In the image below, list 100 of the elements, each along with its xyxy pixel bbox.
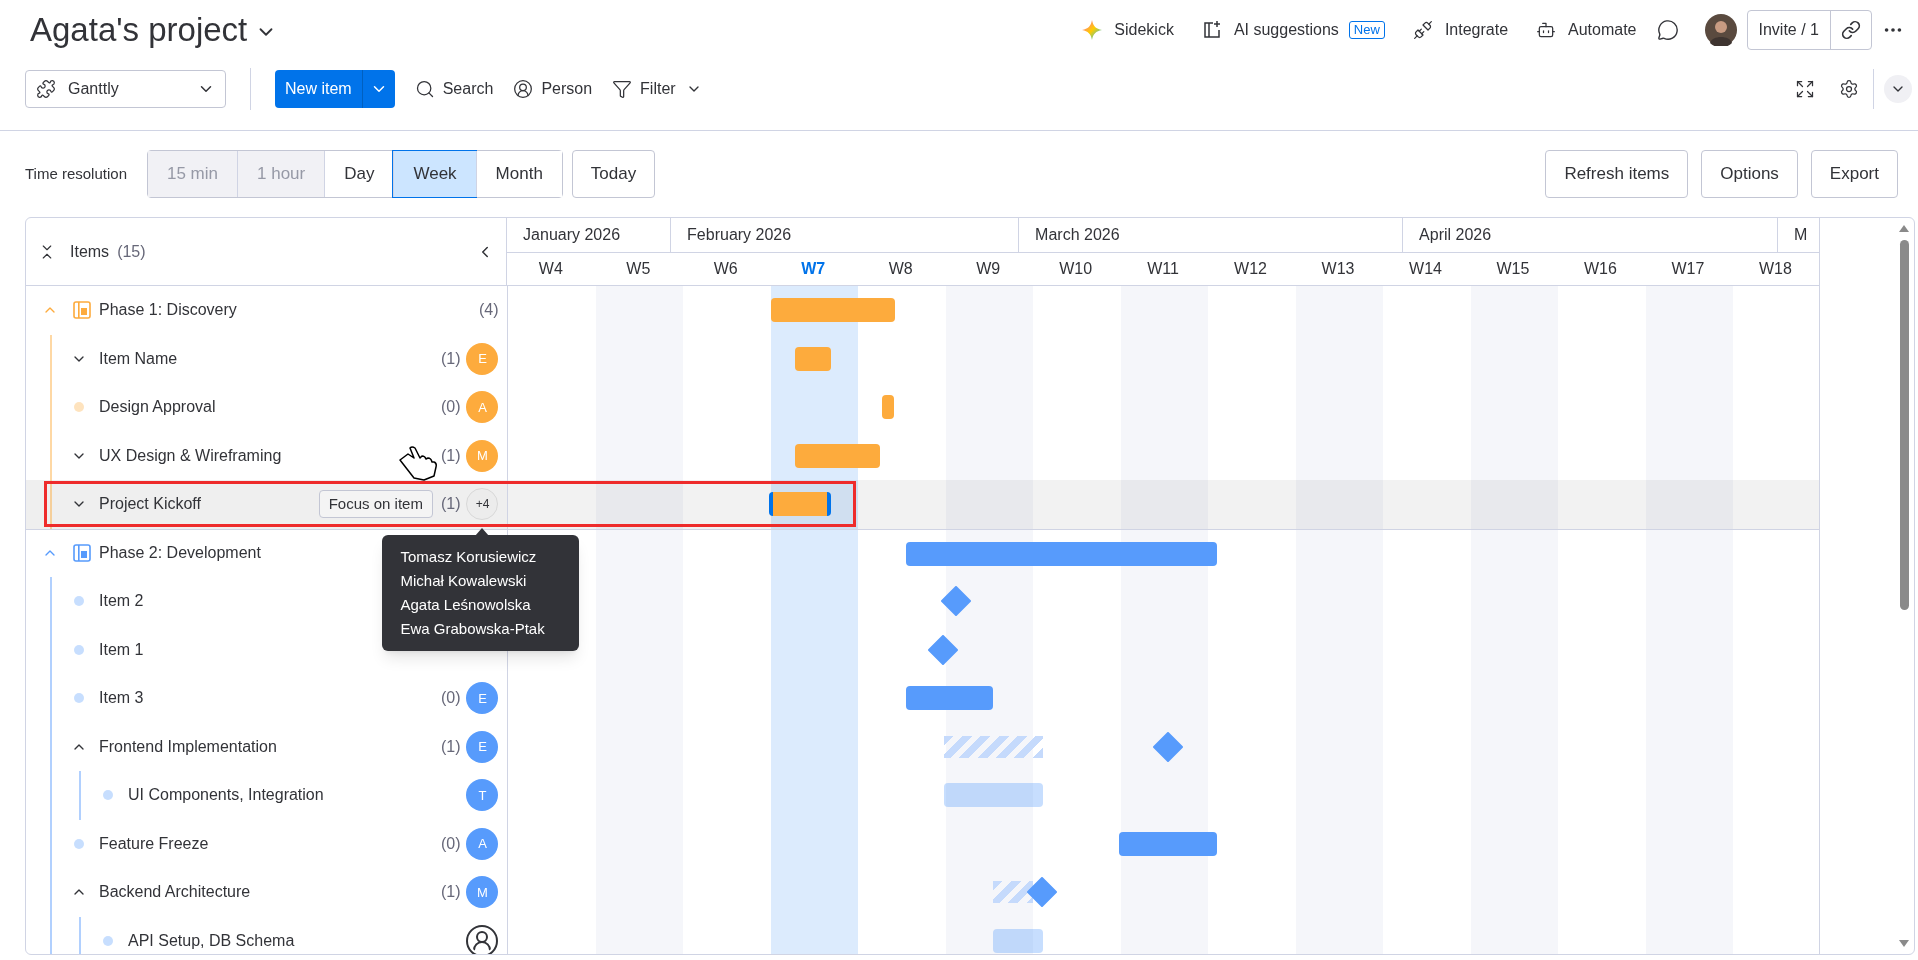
subitem-count: (0) <box>440 397 461 418</box>
group-title[interactable]: Phase 1: Discovery <box>99 298 237 323</box>
planned-hatched-bar[interactable] <box>993 881 1034 903</box>
avatar: A <box>466 827 499 860</box>
new-badge: New <box>1348 21 1385 39</box>
avatar: A <box>466 391 499 424</box>
month-label: February 2026 <box>687 225 792 245</box>
items-count: (15) <box>117 241 146 262</box>
assignee-name: Tomasz Korusiewicz <box>400 546 538 567</box>
person-icon <box>513 79 534 99</box>
assignee-name: Ewa Grabowska-Ptak <box>400 618 546 639</box>
assignee-name: Agata Leśnowolska <box>400 594 532 615</box>
item-title[interactable]: Item 2 <box>99 589 144 614</box>
week-label: W7 <box>801 259 826 279</box>
header-action-button[interactable]: Integrate <box>1404 12 1517 48</box>
toolbar-button[interactable]: Filter <box>612 77 676 101</box>
week-label: W6 <box>713 259 738 279</box>
item-title[interactable]: API Setup, DB Schema <box>128 928 295 953</box>
task-bar[interactable] <box>906 541 1217 566</box>
focus-on-item-button[interactable]: Focus on item <box>318 490 433 519</box>
more-people-counter[interactable]: +4 <box>466 488 499 521</box>
chat-icon[interactable] <box>1656 19 1679 41</box>
month-label: March 2026 <box>1035 225 1120 245</box>
item-title[interactable]: Feature Freeze <box>99 831 209 856</box>
item-title[interactable]: Backend Architecture <box>99 880 251 905</box>
resolution-option[interactable]: Week <box>393 151 476 197</box>
filter-icon <box>612 79 633 99</box>
week-label: W8 <box>888 259 913 279</box>
avatar: M <box>466 439 499 472</box>
action-button[interactable]: Options <box>1701 150 1798 198</box>
task-bar[interactable] <box>794 443 881 468</box>
week-label: W12 <box>1234 259 1267 279</box>
subitem-count: (0) <box>440 688 461 709</box>
hand-cursor-icon <box>398 446 438 482</box>
item-title[interactable]: UX Design & Wireframing <box>99 443 282 468</box>
user-avatar[interactable] <box>1704 14 1737 46</box>
item-title[interactable]: Frontend Implementation <box>99 734 277 759</box>
collapse-header-button[interactable] <box>1884 75 1912 103</box>
view-selector[interactable]: Ganttly <box>25 70 226 108</box>
task-bar[interactable] <box>1119 831 1217 856</box>
week-label: W10 <box>1059 259 1093 279</box>
puzzle-icon <box>36 79 56 99</box>
empty-person-icon <box>466 924 499 954</box>
header-action-button[interactable]: AI suggestions New <box>1193 12 1393 48</box>
items-title: Items <box>70 241 110 262</box>
month-label: April 2026 <box>1419 225 1492 245</box>
toolbar-button[interactable]: Person <box>513 77 593 101</box>
milestone-diamond[interactable] <box>941 586 972 616</box>
plug-icon <box>1412 20 1433 40</box>
ai-panel-icon <box>1201 20 1222 40</box>
board-title[interactable]: Agata's project <box>30 5 248 55</box>
week-label: W5 <box>626 259 651 279</box>
item-title[interactable]: Project Kickoff <box>99 492 201 517</box>
week-label: W9 <box>976 259 1001 279</box>
action-button[interactable]: Refresh items <box>1545 150 1689 198</box>
week-label: W13 <box>1321 259 1355 279</box>
subitem-count: (1) <box>440 736 461 757</box>
copy-link-icon[interactable] <box>1841 20 1861 40</box>
task-bar[interactable] <box>881 395 895 419</box>
robot-icon <box>1536 20 1557 40</box>
subitem-count: (1) <box>440 445 461 466</box>
avatar: T <box>466 779 499 812</box>
time-resolution-label: Time resolution <box>25 163 127 184</box>
today-button[interactable]: Today <box>571 150 656 198</box>
sparkle-icon <box>1082 20 1103 40</box>
header-action-button[interactable]: Automate <box>1528 12 1645 48</box>
item-title[interactable]: Item Name <box>99 346 178 371</box>
assignee-name: Michał Kowalewski <box>400 570 528 591</box>
week-label: W18 <box>1758 259 1792 279</box>
subitem-count: (1) <box>440 494 461 515</box>
subitem-count: (1) <box>440 348 461 369</box>
task-bar[interactable] <box>769 492 832 516</box>
week-label: W14 <box>1409 259 1442 279</box>
item-title[interactable]: Design Approval <box>99 395 216 420</box>
month-label: M <box>1794 225 1808 245</box>
toolbar-button[interactable]: Search <box>414 77 494 101</box>
settings-icon[interactable] <box>1839 79 1859 99</box>
week-label: W16 <box>1584 259 1617 279</box>
week-label: W17 <box>1671 259 1705 279</box>
avatar: E <box>466 342 499 375</box>
month-label: January 2026 <box>523 225 621 245</box>
subitem-count: (4) <box>478 300 499 321</box>
week-label: W15 <box>1496 259 1530 279</box>
milestone-diamond[interactable] <box>1153 731 1183 762</box>
item-title[interactable]: Item 3 <box>99 686 144 711</box>
avatar: E <box>466 682 499 715</box>
milestone-diamond[interactable] <box>1027 877 1058 907</box>
action-button[interactable]: Export <box>1810 150 1898 198</box>
milestone-diamond[interactable] <box>928 634 959 665</box>
header-action-button[interactable]: Sidekick <box>1074 12 1182 48</box>
group-title[interactable]: Phase 2: Development <box>99 541 261 566</box>
subitem-count: (1) <box>440 882 461 903</box>
avatar: E <box>466 730 499 763</box>
fullscreen-icon[interactable] <box>1795 79 1815 99</box>
subitem-count: (0) <box>440 833 461 854</box>
week-label: W4 <box>538 259 563 279</box>
search-icon <box>414 79 435 99</box>
week-label: W11 <box>1147 259 1179 279</box>
resolution-option[interactable]: Month <box>475 151 562 197</box>
item-title[interactable]: UI Components, Integration <box>128 783 324 808</box>
